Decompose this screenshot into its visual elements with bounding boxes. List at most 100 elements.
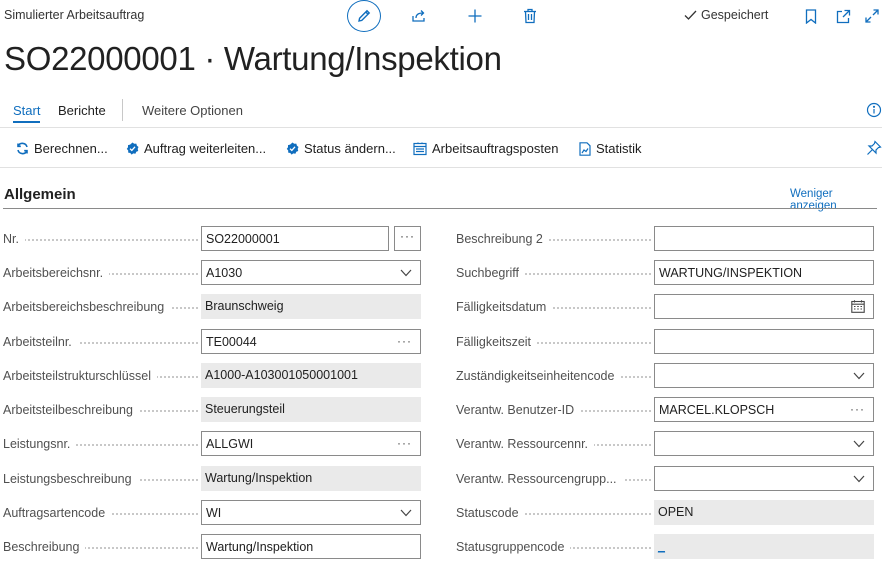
expand-button[interactable] xyxy=(862,5,882,27)
ellipsis-icon[interactable]: ··· xyxy=(397,334,412,348)
nr-assist-button[interactable]: ··· xyxy=(394,226,421,251)
field-label: Fälligkeitszeit xyxy=(456,335,538,349)
field-row-arbeitsbereichsbeschreibung: Arbeitsbereichsbeschreibung Braunschweig xyxy=(3,294,421,320)
verantw-ressourcennr-select[interactable] xyxy=(654,431,874,456)
field-row-leistungsnr: Leistungsnr. ALLGWI ··· xyxy=(3,431,421,457)
field-label: Auftragsartencode xyxy=(3,506,112,520)
status-aendern-label: Status ändern... xyxy=(304,141,396,156)
share-icon xyxy=(412,10,425,22)
chevron-down-icon xyxy=(853,372,865,380)
verantw-ressourcengruppe-select[interactable] xyxy=(654,466,874,491)
statusgruppencode-value: _ xyxy=(654,534,874,559)
arbeitsbereichsnr-select[interactable]: A1030 xyxy=(201,260,421,285)
faelligkeitszeit-input[interactable] xyxy=(654,329,874,354)
arbeitsbereichsbeschreibung-value: Braunschweig xyxy=(201,294,421,319)
tab-weitere-optionen[interactable]: Weitere Optionen xyxy=(142,103,243,118)
auftrag-weiterleiten-button[interactable]: Auftrag weiterleiten... xyxy=(126,141,266,156)
arbeitsteilstrukturschluessel-value: A1000-A103001050001001 xyxy=(201,363,421,388)
status-aendern-button[interactable]: Status ändern... xyxy=(286,141,396,156)
arbeitsteilnr-input[interactable]: TE00044 ··· xyxy=(201,329,421,354)
field-label: Beschreibung 2 xyxy=(456,232,549,246)
field-label: Leistungsnr. xyxy=(3,437,77,451)
nr-input[interactable]: SO22000001 xyxy=(201,226,389,251)
field-row-auftragsartencode: Auftragsartencode WI xyxy=(3,500,421,526)
tab-berichte[interactable]: Berichte xyxy=(58,103,106,118)
action-tabs: Start Berichte Weitere Optionen xyxy=(0,96,882,126)
bookmark-button[interactable] xyxy=(800,5,822,27)
field-row-arbeitsbereichsnr: Arbeitsbereichsnr. A1030 xyxy=(3,260,421,286)
field-row-verantw-ressourcengruppe: Verantw. Ressourcengrupp... xyxy=(456,466,874,492)
page-title: SO22000001 · Wartung/Inspektion xyxy=(4,40,502,77)
field-row-nr: Nr. SO22000001 ··· xyxy=(3,226,421,252)
calendar-icon[interactable] xyxy=(851,300,865,313)
checkmark-icon xyxy=(684,10,697,20)
suchbegriff-input[interactable]: WARTUNG/INSPEKTION xyxy=(654,260,874,285)
field-row-statuscode: Statuscode OPEN xyxy=(456,500,874,526)
field-label: Zuständigkeitseinheitencode xyxy=(456,369,621,383)
select-value: WI xyxy=(206,506,222,520)
zustaendigkeitseinheitencode-select[interactable] xyxy=(654,363,874,388)
field-label: Nr. xyxy=(3,232,25,246)
auftragsartencode-select[interactable]: WI xyxy=(201,500,421,525)
field-label: Statusgruppencode xyxy=(456,540,571,554)
statistik-button[interactable]: Statistik xyxy=(579,141,642,156)
auftrag-weiterleiten-label: Auftrag weiterleiten... xyxy=(144,141,267,156)
select-value: A1030 xyxy=(206,266,243,280)
tab-start[interactable]: Start xyxy=(13,103,41,123)
plus-icon xyxy=(468,9,482,23)
field-row-leistungsbeschreibung: Leistungsbeschreibung Wartung/Inspektion xyxy=(3,466,421,492)
badge-check-icon xyxy=(286,142,299,155)
page-caption: Simulierter Arbeitsauftrag xyxy=(4,8,145,22)
tab-separator xyxy=(122,99,123,121)
info-button[interactable] xyxy=(866,102,882,118)
field-row-statusgruppencode: Statusgruppencode _ xyxy=(456,534,874,560)
arbeitsauftragsposten-button[interactable]: Arbeitsauftragsposten xyxy=(413,141,558,156)
label-leader xyxy=(13,239,198,241)
trash-icon xyxy=(524,8,536,24)
leistungsnr-input[interactable]: ALLGWI ··· xyxy=(201,431,421,456)
field-row-beschreibung: Beschreibung Wartung/Inspektion xyxy=(3,534,421,560)
field-label: Beschreibung xyxy=(3,540,86,554)
field-label: Verantw. Ressourcennr. xyxy=(456,437,595,451)
section-divider xyxy=(3,208,877,209)
field-label: Arbeitsteilnr. xyxy=(3,335,78,349)
field-label: Arbeitsbereichsnr. xyxy=(3,266,110,280)
statusgruppencode-link[interactable]: _ xyxy=(658,539,665,553)
input-value: MARCEL.KLOPSCH xyxy=(659,403,775,417)
field-row-verantw-benutzer-id: Verantw. Benutzer-ID MARCEL.KLOPSCH ··· xyxy=(456,397,874,423)
open-in-new-window-button[interactable] xyxy=(832,5,854,27)
action-bar: Berechnen... Auftrag weiterleiten... Sta… xyxy=(0,128,882,168)
pin-action-bar-button[interactable] xyxy=(866,140,882,156)
ellipsis-icon[interactable]: ··· xyxy=(850,402,865,416)
statuscode-value: OPEN xyxy=(654,500,874,525)
arbeitsteilbeschreibung-value: Steuerungsteil xyxy=(201,397,421,422)
edit-button[interactable] xyxy=(347,0,381,32)
field-row-zustaendigkeitseinheitencode: Zuständigkeitseinheitencode xyxy=(456,363,874,389)
bookmark-icon xyxy=(805,8,817,24)
beschreibung-2-input[interactable] xyxy=(654,226,874,251)
chevron-down-icon xyxy=(400,269,412,277)
field-row-beschreibung-2: Beschreibung 2 xyxy=(456,226,874,252)
top-bar: Simulierter Arbeitsauftrag Gespeichert xyxy=(0,0,882,32)
input-value: TE00044 xyxy=(206,335,257,349)
berechnen-button[interactable]: Berechnen... xyxy=(16,141,108,156)
beschreibung-input[interactable]: Wartung/Inspektion xyxy=(201,534,421,559)
expand-icon xyxy=(865,9,879,23)
statistik-label: Statistik xyxy=(596,141,642,156)
verantw-benutzer-id-input[interactable]: MARCEL.KLOPSCH ··· xyxy=(654,397,874,422)
field-label: Fälligkeitsdatum xyxy=(456,300,553,314)
ellipsis-icon[interactable]: ··· xyxy=(397,436,412,450)
section-title-allgemein[interactable]: Allgemein xyxy=(4,186,76,203)
berechnen-label: Berechnen... xyxy=(34,141,108,156)
delete-button[interactable] xyxy=(519,5,541,27)
new-button[interactable] xyxy=(464,5,486,27)
field-row-arbeitsteilbeschreibung: Arbeitsteilbeschreibung Steuerungsteil xyxy=(3,397,421,423)
faelligkeitsdatum-input[interactable] xyxy=(654,294,874,319)
field-label: Leistungsbeschreibung xyxy=(3,472,138,486)
list-lines-icon xyxy=(413,142,427,155)
field-label: Verantw. Ressourcengrupp... xyxy=(456,472,623,486)
divider xyxy=(0,167,882,168)
share-button[interactable] xyxy=(408,5,430,27)
pin-icon xyxy=(867,140,882,155)
field-row-verantw-ressourcennr: Verantw. Ressourcennr. xyxy=(456,431,874,457)
